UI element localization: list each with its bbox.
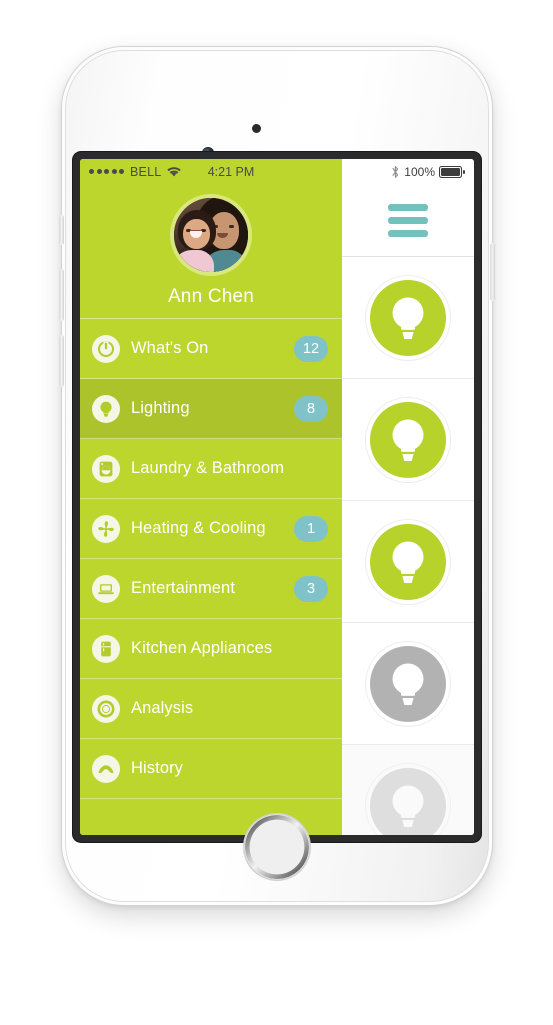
status-bar: BELL 4:21 PM 100% — [80, 159, 474, 184]
bluetooth-icon — [391, 165, 400, 179]
lightbulb-on-icon[interactable] — [365, 274, 451, 361]
washing-machine-icon — [92, 454, 120, 483]
sidebar-item-badge: 1 — [294, 515, 328, 542]
sidebar-item-history[interactable]: History — [80, 739, 342, 799]
sidebar: Ann Chen What's On 12 Lighting 8 Laundry & B… — [80, 184, 342, 835]
sidebar-item-laundry-bathroom[interactable]: Laundry & Bathroom — [80, 439, 342, 499]
battery-full-icon — [439, 165, 465, 178]
volume-down-button[interactable] — [59, 335, 64, 387]
sidebar-item-label: Analysis — [131, 699, 194, 717]
sidebar-item-lighting[interactable]: Lighting 8 — [80, 379, 342, 439]
sidebar-item-analysis[interactable]: Analysis — [80, 679, 342, 739]
bulb-row[interactable] — [342, 257, 474, 379]
wifi-icon — [167, 166, 182, 177]
signal-strength-icon — [89, 169, 124, 174]
panel-header — [342, 184, 474, 257]
bulb-row[interactable] — [342, 745, 474, 835]
app-body: Ann Chen What's On 12 Lighting 8 Laundry & B… — [80, 184, 474, 835]
sidebar-item-badge: 3 — [294, 575, 328, 602]
sidebar-item-heating-cooling[interactable]: Heating & Cooling 1 — [80, 499, 342, 559]
avatar[interactable] — [170, 194, 252, 276]
lightbulb-on-icon[interactable] — [365, 518, 451, 605]
hamburger-menu-icon[interactable] — [388, 203, 428, 237]
bulb-row[interactable] — [342, 501, 474, 623]
earpiece-speaker-icon — [244, 151, 310, 156]
bulb-list — [342, 257, 474, 835]
lightbulb-off-icon[interactable] — [365, 640, 451, 727]
history-arc-icon — [92, 754, 120, 783]
bulb-row[interactable] — [342, 623, 474, 745]
lightbulb-icon — [92, 394, 120, 423]
lightbulb-off-icon[interactable] — [370, 767, 446, 835]
home-button[interactable] — [243, 813, 311, 881]
sidebar-item-label: Entertainment — [131, 579, 236, 597]
profile-name: Ann Chen — [167, 286, 255, 307]
sidebar-item-label: Heating & Cooling — [131, 519, 266, 537]
sidebar-item-label: What's On — [131, 339, 209, 357]
donut-chart-icon — [92, 694, 120, 723]
phone-screen: BELL 4:21 PM 100% Ann Chen What's On 12 … — [80, 159, 474, 835]
sidebar-item-label: Kitchen Appliances — [131, 639, 273, 657]
carrier-label: BELL — [130, 164, 162, 179]
television-icon — [92, 574, 120, 603]
sidebar-item-label: History — [131, 759, 184, 777]
fan-icon — [92, 514, 120, 543]
proximity-sensor-icon — [252, 124, 261, 133]
status-bar-left: BELL 4:21 PM — [80, 159, 342, 184]
profile-header[interactable]: Ann Chen — [80, 184, 342, 319]
sidebar-item-kitchen-appliances[interactable]: Kitchen Appliances — [80, 619, 342, 679]
power-icon — [92, 334, 120, 363]
volume-up-button[interactable] — [59, 269, 64, 321]
device-list-panel — [342, 184, 474, 835]
lightbulb-on-icon[interactable] — [365, 396, 451, 483]
phone-device: BELL 4:21 PM 100% Ann Chen What's On 12 … — [59, 47, 495, 905]
sidebar-item-what-s-on[interactable]: What's On 12 — [80, 319, 342, 379]
silent-switch[interactable] — [59, 215, 64, 245]
sidebar-item-badge: 12 — [294, 335, 328, 362]
sidebar-item-label: Laundry & Bathroom — [131, 459, 285, 477]
bulb-row[interactable] — [342, 379, 474, 501]
sidebar-menu: What's On 12 Lighting 8 Laundry & Bathroom He… — [80, 319, 342, 835]
refrigerator-icon — [92, 634, 120, 663]
sidebar-item-entertainment[interactable]: Entertainment 3 — [80, 559, 342, 619]
sidebar-item-badge: 8 — [294, 395, 328, 422]
front-camera-icon — [202, 147, 214, 159]
power-button[interactable] — [490, 243, 495, 301]
status-bar-right: 100% — [342, 159, 474, 184]
battery-percent-label: 100% — [404, 164, 435, 179]
sidebar-item-label: Lighting — [131, 399, 190, 417]
